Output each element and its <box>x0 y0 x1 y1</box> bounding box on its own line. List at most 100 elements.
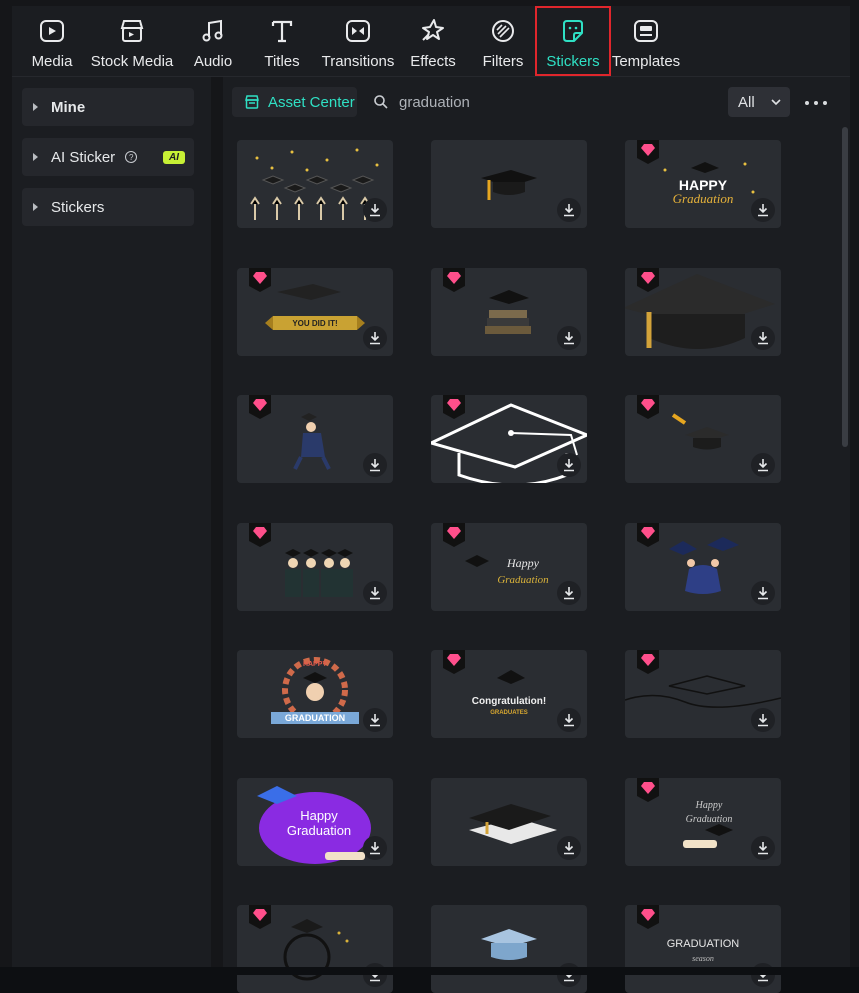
sticker-card-blue-cap[interactable] <box>431 905 587 993</box>
scrollbar[interactable] <box>842 127 848 447</box>
download-icon[interactable] <box>751 836 775 860</box>
premium-gem-icon <box>443 395 465 419</box>
download-icon[interactable] <box>363 836 387 860</box>
tab-label: Titles <box>264 53 300 70</box>
sidebar-item-stickers[interactable]: Stickers <box>22 188 194 226</box>
download-icon[interactable] <box>363 708 387 732</box>
svg-text:Graduation: Graduation <box>686 814 733 825</box>
category-sidebar: Mine AI Sticker ? AI Stickers <box>12 77 211 967</box>
help-icon[interactable]: ? <box>125 151 138 163</box>
sticker-card-happy-graduation-purple[interactable]: Happy Graduation <box>237 778 393 866</box>
sticker-card-caps-and-hands[interactable] <box>237 140 393 228</box>
more-options-icon[interactable] <box>805 93 827 113</box>
tab-transitions[interactable]: Transitions <box>320 6 396 76</box>
premium-gem-icon <box>249 905 271 929</box>
tab-effects[interactable]: Effects <box>408 6 458 76</box>
tab-templates[interactable]: Templates <box>612 6 680 76</box>
tab-titles[interactable]: Titles <box>260 6 304 76</box>
tab-label: Stickers <box>546 53 600 70</box>
sticker-card-you-did-it-banner[interactable]: YOU DID IT! <box>237 268 393 356</box>
search-bar[interactable]: graduation <box>373 87 470 117</box>
asset-center-label: Asset Center <box>268 93 355 111</box>
svg-text:Congratulation!: Congratulation! <box>472 696 546 707</box>
sticker-card-jumping-graduate[interactable] <box>237 395 393 483</box>
sticker-card-line-cap[interactable] <box>625 650 781 738</box>
download-icon[interactable] <box>363 453 387 477</box>
tab-label: Filters <box>482 53 524 70</box>
download-icon[interactable] <box>557 581 581 605</box>
download-icon[interactable] <box>751 708 775 732</box>
premium-gem-icon <box>249 523 271 547</box>
sticker-card-large-cap[interactable] <box>625 268 781 356</box>
download-icon[interactable] <box>751 326 775 350</box>
sticker-card-small-cap[interactable] <box>625 395 781 483</box>
sticker-browser: Asset Center graduation All HAPPY Graduat… <box>223 77 850 993</box>
sticker-icon <box>558 16 588 46</box>
svg-text:Graduation: Graduation <box>497 574 549 586</box>
download-icon[interactable] <box>363 198 387 222</box>
download-icon[interactable] <box>557 836 581 860</box>
templates-icon <box>631 16 661 46</box>
asset-center-button[interactable]: Asset Center <box>232 87 357 117</box>
tab-label: Effects <box>410 53 456 70</box>
sidebar-item-label: AI Sticker <box>51 148 116 166</box>
download-icon[interactable] <box>363 326 387 350</box>
sticker-card-wreath-cap[interactable] <box>237 905 393 993</box>
download-icon[interactable] <box>557 198 581 222</box>
sidebar-item-label: Mine <box>51 98 86 116</box>
download-icon[interactable] <box>751 581 775 605</box>
sidebar-item-ai-sticker[interactable]: AI Sticker ? AI <box>22 138 194 176</box>
sticker-card-graduation-season[interactable]: GRADUATION season <box>625 905 781 993</box>
svg-text:season: season <box>692 954 714 963</box>
top-toolbar: Media Stock Media Audio Titles Transitio… <box>12 6 850 77</box>
premium-gem-icon <box>443 523 465 547</box>
effects-sparkle-icon <box>418 16 448 46</box>
svg-text:Happy: Happy <box>300 808 338 823</box>
filter-dropdown[interactable]: All <box>728 87 790 117</box>
text-t-icon <box>267 16 297 46</box>
sticker-card-cap-script[interactable]: Happy Graduation <box>431 523 587 611</box>
svg-text:GRADUATES: GRADUATES <box>490 710 528 716</box>
premium-gem-icon <box>637 523 659 547</box>
tab-label: Templates <box>611 53 681 70</box>
download-icon[interactable] <box>557 326 581 350</box>
filters-icon <box>488 16 518 46</box>
filter-value: All <box>738 93 755 111</box>
premium-gem-icon <box>637 140 659 164</box>
download-icon[interactable] <box>751 453 775 477</box>
tab-media[interactable]: Media <box>26 6 78 76</box>
svg-text:Happy: Happy <box>506 556 540 570</box>
sticker-card-caps-tossed[interactable] <box>625 523 781 611</box>
sticker-card-cap-diploma-script[interactable]: Happy Graduation <box>625 778 781 866</box>
search-input[interactable]: graduation <box>399 94 470 111</box>
svg-text:Graduation: Graduation <box>673 191 734 206</box>
sticker-card-graduates-group[interactable] <box>237 523 393 611</box>
tab-audio[interactable]: Audio <box>188 6 238 76</box>
sticker-card-3d-cap[interactable] <box>431 778 587 866</box>
media-icon <box>37 16 67 46</box>
sticker-card-outline-cap[interactable] <box>431 395 587 483</box>
sticker-card-cap-on-books[interactable] <box>431 268 587 356</box>
tab-stock-media[interactable]: Stock Media <box>90 6 174 76</box>
premium-gem-icon <box>637 268 659 292</box>
sticker-card-happy-graduation[interactable]: HAPPY Graduation <box>625 140 781 228</box>
sticker-card-laurel-graduation[interactable]: HAPPY GRADUATION <box>237 650 393 738</box>
svg-text:Graduation: Graduation <box>287 823 351 838</box>
tab-filters[interactable]: Filters <box>480 6 526 76</box>
sticker-card-graduation-cap[interactable] <box>431 140 587 228</box>
download-icon[interactable] <box>751 198 775 222</box>
sidebar-item-mine[interactable]: Mine <box>22 88 194 126</box>
premium-gem-icon <box>637 905 659 929</box>
download-icon[interactable] <box>557 453 581 477</box>
transitions-icon <box>343 16 373 46</box>
search-icon <box>373 94 389 110</box>
tab-label: Stock Media <box>90 53 174 70</box>
download-icon[interactable] <box>557 708 581 732</box>
caret-right-icon <box>33 103 38 111</box>
premium-gem-icon <box>637 778 659 802</box>
svg-text:Happy: Happy <box>695 800 723 811</box>
sticker-card-congratulation[interactable]: Congratulation! GRADUATES <box>431 650 587 738</box>
download-icon[interactable] <box>363 581 387 605</box>
tab-stickers[interactable]: Stickers <box>535 6 611 76</box>
premium-gem-icon <box>249 395 271 419</box>
